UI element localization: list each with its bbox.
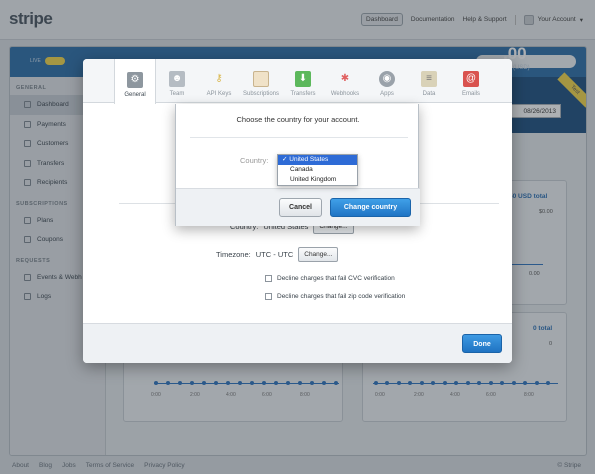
dialog-country-label: Country: (240, 156, 269, 165)
cvc-checkbox[interactable] (265, 275, 272, 282)
dialog-divider (190, 137, 408, 138)
tab-label: Transfers (290, 91, 316, 97)
country-select-dropdown[interactable]: ✓ United States Canada United Kingdom (277, 154, 358, 186)
subscriptions-icon (253, 71, 269, 87)
tab-label: Subscriptions (242, 91, 280, 97)
cancel-button[interactable]: Cancel (279, 198, 322, 217)
dialog-title: Choose the country for your account. (236, 115, 360, 124)
zip-label: Decline charges that fail zip code verif… (277, 293, 406, 300)
tab-label: Data (422, 91, 436, 97)
timezone-row: Timezone: UTC - UTC Change... (216, 247, 339, 262)
transfers-icon: ⬇ (295, 71, 311, 87)
zip-checkbox[interactable] (265, 293, 272, 300)
tab-transfers[interactable]: ⬇ Transfers (282, 59, 324, 103)
cvc-label: Decline charges that fail CVC verificati… (277, 275, 395, 282)
done-button[interactable]: Done (462, 334, 502, 353)
data-icon: ≡ (421, 71, 437, 87)
key-icon: ⚷ (215, 73, 223, 84)
tab-label: Emails (461, 91, 480, 97)
team-icon: ☻ (169, 71, 185, 87)
emails-icon: @ (463, 71, 479, 87)
tab-webhooks[interactable]: ✱ Webhooks (324, 59, 366, 103)
dialog-footer: Cancel Change country (176, 188, 420, 226)
tab-label: Team (169, 91, 185, 97)
option-united-kingdom[interactable]: United Kingdom (278, 175, 357, 185)
option-united-states[interactable]: ✓ United States (278, 155, 357, 165)
tab-label: Webhooks (330, 91, 360, 97)
tab-label: General (124, 92, 146, 98)
tab-general[interactable]: ⚙ General (114, 59, 156, 104)
cvc-row: Decline charges that fail CVC verificati… (265, 275, 395, 282)
apps-icon: ◉ (379, 71, 395, 87)
general-icon: ⚙ (127, 72, 143, 88)
tab-subscriptions[interactable]: Subscriptions (240, 59, 282, 103)
tab-data[interactable]: ≡ Data (408, 59, 450, 103)
tab-apps[interactable]: ◉ Apps (366, 59, 408, 103)
tab-label: Apps (380, 91, 394, 97)
timezone-value: UTC - UTC (255, 250, 294, 259)
settings-tabs: ⚙ General ☻ Team ⚷ API Keys Subscriptions ⬇… (83, 59, 512, 104)
timezone-label: Timezone: (216, 250, 251, 259)
settings-footer: Done (83, 323, 512, 363)
tab-api-keys[interactable]: ⚷ API Keys (198, 59, 240, 103)
option-canada[interactable]: Canada (278, 165, 357, 175)
zip-row: Decline charges that fail zip code verif… (265, 293, 405, 300)
change-country-confirm-button[interactable]: Change country (330, 198, 411, 217)
change-timezone-button[interactable]: Change... (298, 247, 339, 262)
tab-emails[interactable]: @ Emails (450, 59, 492, 103)
tab-label: API Keys (206, 91, 232, 97)
webhooks-icon: ✱ (340, 73, 350, 84)
tab-team[interactable]: ☻ Team (156, 59, 198, 103)
checkmark-icon: ✓ (282, 156, 288, 163)
option-label: United States (289, 156, 329, 163)
